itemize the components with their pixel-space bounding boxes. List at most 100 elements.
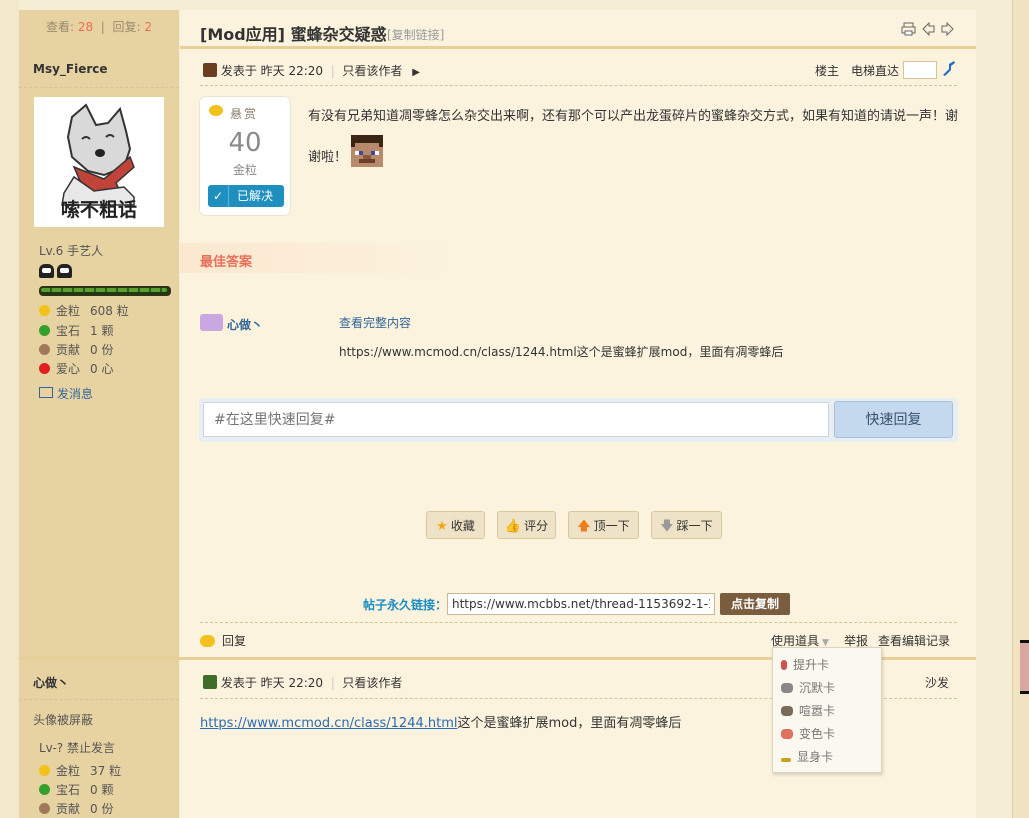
- play-triangle-icon[interactable]: ▶: [412, 67, 420, 78]
- views-count: 28: [77, 20, 94, 34]
- silence-card-icon: [781, 683, 793, 693]
- stat-name: 爱心: [56, 362, 81, 376]
- helmet-badge-icon: [57, 264, 72, 278]
- boost-card-icon: [781, 660, 787, 670]
- steve-face-emoji-icon: [351, 135, 384, 167]
- gem-icon: [39, 325, 50, 336]
- tool-item[interactable]: 变色卡: [781, 725, 835, 742]
- arrow-down-icon: 🡇: [660, 519, 674, 534]
- tool-item[interactable]: 提升卡: [781, 656, 829, 673]
- quick-reply-input[interactable]: [203, 402, 829, 437]
- avatar-blocked-notice: 头像被屏蔽: [33, 713, 94, 727]
- edit-history-link[interactable]: 查看编辑记录: [878, 632, 950, 649]
- view-full-content-link[interactable]: 查看完整内容: [339, 314, 411, 331]
- answer-user-avatar[interactable]: [200, 314, 223, 331]
- meta-divider: [200, 85, 957, 86]
- permalink-input[interactable]: [447, 593, 715, 615]
- gold-icon: [39, 765, 50, 776]
- post1-content: 有没有兄弟知道凋零蜂怎么杂交出来啊，还有那个可以产出龙蛋碎片的蜜蜂杂交方式，如果…: [308, 99, 958, 176]
- user-rank: Lv-? 禁止发言: [39, 741, 115, 755]
- post1-author-name[interactable]: Msy_Fierce: [33, 62, 108, 76]
- stat-gold: 金粒 608 粒: [39, 302, 129, 319]
- stat-value: 1 颗: [90, 324, 114, 338]
- scrollbar-track[interactable]: [1012, 0, 1029, 818]
- stat-name: 金粒: [56, 304, 81, 318]
- reply-link[interactable]: 回复: [200, 632, 246, 649]
- avatar-caption: 嗦不粗话: [60, 199, 137, 221]
- stat-name: 宝石: [56, 783, 81, 797]
- stat-name: 贡献: [56, 802, 81, 816]
- bounty-label: 悬赏: [230, 107, 259, 121]
- best-answer-text: https://www.mcmod.cn/class/1244.html这个是蜜…: [339, 345, 784, 359]
- best-answer-heading: 最佳答案: [200, 255, 253, 270]
- tool-label: 沉默卡: [799, 681, 836, 695]
- previous-thread-icon[interactable]: [922, 21, 935, 40]
- contribution-icon: [39, 344, 50, 355]
- post2-author-name[interactable]: 心做丶: [33, 674, 69, 691]
- post-time: 发表于 昨天 22:20: [220, 64, 324, 78]
- favorite-label: 收藏: [450, 519, 475, 533]
- upvote-button[interactable]: 🡅 顶一下: [568, 511, 639, 539]
- title-divider: [180, 46, 976, 49]
- copy-link-button[interactable]: [复制链接]: [387, 26, 444, 43]
- avatar[interactable]: 嗦不粗话: [34, 97, 164, 227]
- noise-card-icon: [781, 706, 793, 716]
- copy-permalink-button[interactable]: 点击复制: [720, 593, 790, 615]
- use-tools-label: 使用道具: [771, 634, 820, 648]
- permalink-label: 帖子永久链接：: [363, 598, 448, 612]
- answer-user-name[interactable]: 心做丶: [227, 316, 263, 333]
- downvote-button[interactable]: 🡇 踩一下: [651, 511, 722, 539]
- elevator-go-icon[interactable]: [941, 59, 957, 80]
- send-message-link[interactable]: 发消息: [39, 385, 93, 402]
- stat-love: 爱心 0 心: [39, 360, 113, 377]
- stat-contribution: 贡献 0 份: [39, 800, 113, 817]
- gold-icon: [39, 305, 50, 316]
- tool-label: 变色卡: [799, 727, 836, 741]
- print-icon[interactable]: [901, 22, 916, 40]
- user-badges: [39, 264, 75, 281]
- scrollbar-thumb[interactable]: [1020, 640, 1029, 694]
- author-divider: [19, 87, 179, 88]
- speech-bubble-icon: [200, 635, 215, 647]
- favorite-button[interactable]: ★ 收藏: [426, 511, 485, 539]
- stat-value: 608 粒: [90, 304, 129, 318]
- post2-content: https://www.mcmod.cn/class/1244.html这个是蜜…: [200, 712, 681, 731]
- tool-label: 提升卡: [793, 658, 830, 672]
- author-mini-avatar-icon: [203, 675, 217, 689]
- solved-label: 已解决: [237, 189, 274, 203]
- tool-item[interactable]: 显身卡: [781, 748, 833, 765]
- only-author-link[interactable]: 只看该作者: [342, 64, 402, 78]
- elevator-label: 电梯直达: [851, 64, 900, 78]
- rate-button[interactable]: 👍 评分: [497, 511, 556, 539]
- floor-label: 楼主: [815, 64, 840, 78]
- send-message-label: 发消息: [57, 387, 94, 401]
- stat-contribution: 贡献 0 份: [39, 341, 113, 358]
- post2-text: 这个是蜜蜂扩展mod，里面有凋零蜂后: [457, 716, 682, 731]
- quick-reply-button[interactable]: 快速回复: [834, 401, 953, 438]
- stat-value: 0 心: [90, 362, 114, 376]
- tool-item[interactable]: 沉默卡: [781, 679, 835, 696]
- floor-label: 沙发: [925, 676, 950, 690]
- page-left-margin: [0, 0, 19, 818]
- tool-item[interactable]: 喧嚣卡: [781, 702, 835, 719]
- next-thread-icon[interactable]: [941, 21, 954, 40]
- stat-value: 37 粒: [90, 764, 122, 778]
- color-card-icon: [781, 729, 793, 739]
- user-rank: Lv.6 手艺人: [39, 244, 104, 258]
- only-author-link[interactable]: 只看该作者: [342, 676, 402, 690]
- thumb-icon: 👍: [504, 519, 522, 534]
- views-label: 查看:: [46, 20, 75, 34]
- author-divider: [19, 699, 179, 700]
- thread-title: [Mod应用] 蜜蜂杂交疑惑: [200, 25, 387, 44]
- post1-meta: 发表于 昨天 22:20 | 只看该作者 ▶: [203, 62, 420, 79]
- mcmod-link[interactable]: https://www.mcmod.cn/class/1244.html: [200, 716, 458, 731]
- footer-divider: [200, 622, 957, 623]
- replies-count: 2: [144, 20, 152, 34]
- gem-icon: [39, 784, 50, 795]
- bounty-unit: 金粒: [232, 163, 257, 177]
- helmet-badge-icon: [39, 264, 54, 278]
- reveal-card-icon: [781, 758, 791, 762]
- author-mini-avatar-icon: [203, 63, 217, 77]
- elevator-input[interactable]: [903, 61, 937, 79]
- stat-value: 0 份: [90, 802, 114, 816]
